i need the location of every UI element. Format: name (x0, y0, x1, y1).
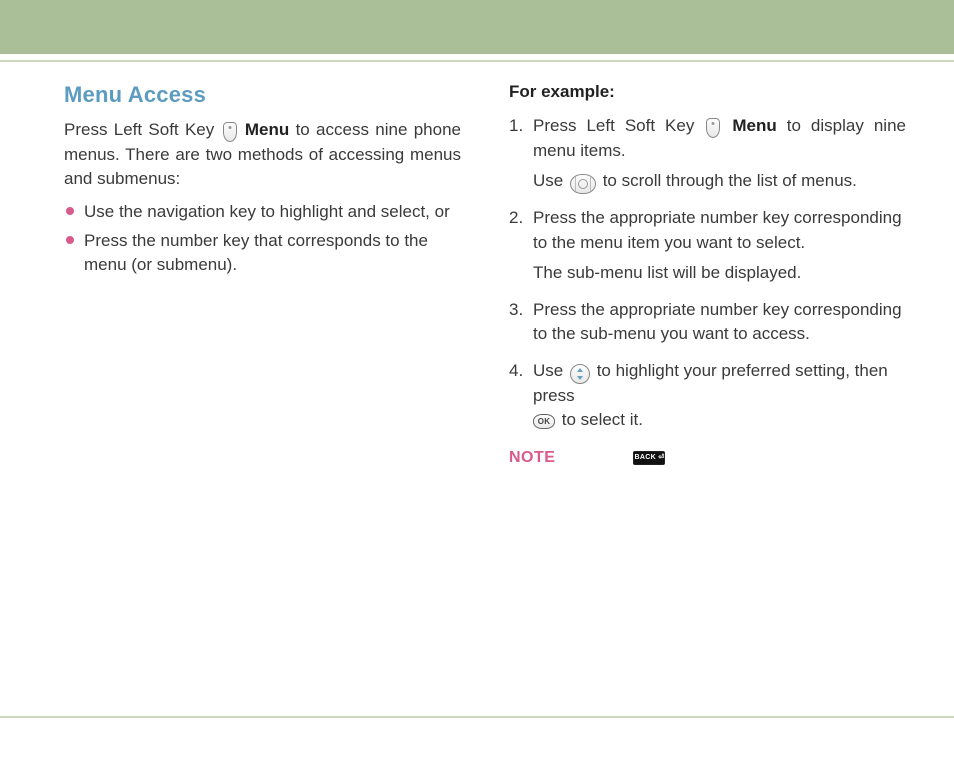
bullet-list: Use the navigation key to highlight and … (66, 200, 461, 278)
bullet-item: Use the navigation key to highlight and … (66, 200, 461, 225)
intro-paragraph: Press Left Soft Key Menu to access nine … (64, 118, 461, 192)
step3-text: Press the appropriate number key corresp… (533, 300, 902, 344)
steps-list: Press Left Soft Key Menu to display nine… (509, 114, 906, 433)
navigation-key-icon (570, 174, 596, 194)
step4-after: to select it. (557, 410, 643, 429)
bullet-item: Press the number key that corresponds to… (66, 229, 461, 278)
step4-before: Use (533, 361, 568, 380)
step2-a: Press the appropriate number key corresp… (533, 208, 902, 252)
step1-sub-after: to scroll through the list of menus. (598, 171, 857, 190)
ok-key-icon: OK (533, 414, 555, 429)
example-subhead: For example: (509, 82, 906, 102)
step-item: Press Left Soft Key Menu to display nine… (509, 114, 906, 194)
step-item: Press the appropriate number key corresp… (509, 298, 906, 347)
intro-text-before: Press Left Soft Key (64, 120, 221, 139)
up-down-key-icon (570, 364, 590, 384)
note-label: NOTE (509, 449, 555, 467)
bottom-divider (0, 716, 954, 718)
left-column: Menu Access Press Left Soft Key Menu to … (64, 82, 461, 467)
step1-sub: Use to scroll through the list of menus. (533, 169, 906, 194)
back-key-icon: BACK ⏎ (633, 451, 665, 465)
header-bar (0, 0, 954, 54)
step1-line1: Press Left Soft Key Menu to display nine… (533, 114, 906, 163)
step-item: Use to highlight your preferred setting,… (509, 359, 906, 433)
content-area: Menu Access Press Left Soft Key Menu to … (0, 62, 954, 467)
step1-before: Press Left Soft Key (533, 116, 704, 135)
left-soft-key-icon (223, 122, 237, 142)
section-title: Menu Access (64, 82, 461, 108)
right-column: For example: Press Left Soft Key Menu to… (509, 82, 906, 467)
left-soft-key-icon (706, 118, 720, 138)
step2-b: The sub-menu list will be displayed. (533, 261, 906, 286)
step1-sub-before: Use (533, 171, 568, 190)
step1-bold: Menu (722, 116, 776, 135)
step-item: Press the appropriate number key corresp… (509, 206, 906, 286)
intro-bold: Menu (239, 120, 290, 139)
note-row: NOTE BACK ⏎ (509, 449, 906, 467)
